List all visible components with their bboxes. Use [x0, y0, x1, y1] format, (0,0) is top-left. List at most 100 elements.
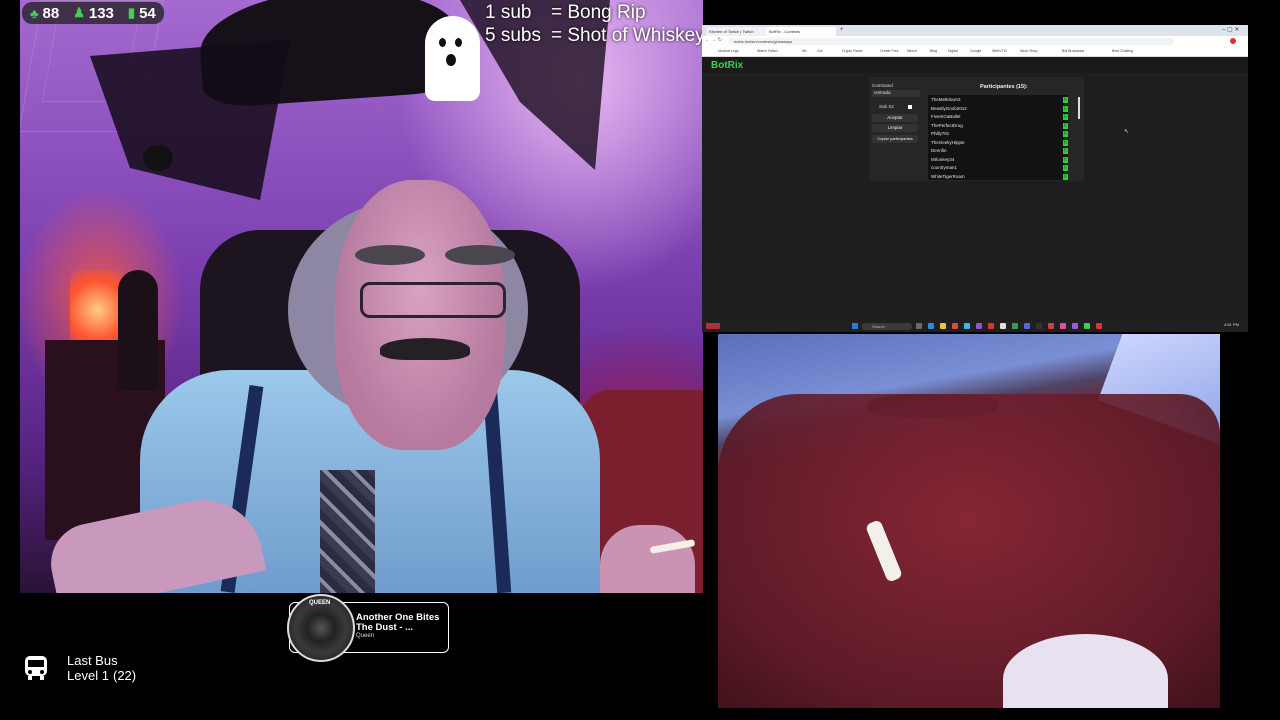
kick-icon[interactable]: K	[1063, 105, 1068, 112]
taskbar-app-icon[interactable]	[916, 323, 922, 329]
kick-icon[interactable]: K	[1063, 139, 1068, 146]
bookmark[interactable]: Google	[970, 49, 981, 53]
taskbar-app-icon[interactable]	[940, 323, 946, 329]
kick-icon[interactable]: K	[1063, 114, 1068, 120]
taskbar-app-icon[interactable]	[988, 323, 994, 329]
person-hand	[600, 525, 695, 593]
windows-start-icon[interactable]	[852, 323, 858, 329]
list-item: TheMeltdown3	[931, 97, 961, 102]
new-tab-icon[interactable]: +	[840, 27, 844, 33]
nav-arrows-icon[interactable]: ← → ↻	[705, 37, 722, 43]
album-art-text: QUEEN	[309, 600, 331, 606]
taskbar-search[interactable]: Search	[862, 323, 912, 330]
bus-icon	[22, 654, 50, 682]
bookmark[interactable]: WebVTIC	[992, 49, 1007, 53]
album-art: QUEEN	[287, 594, 355, 662]
stream-stats: ♣ 88 ♟ 133 ▮ 54	[22, 2, 164, 24]
glasses	[360, 282, 506, 318]
sub-rule-2-reward: = Shot of Whiskey	[551, 25, 705, 46]
bookmark[interactable]: Create Free	[880, 49, 899, 53]
participants-title: Participantes (15):	[980, 84, 1028, 90]
bookmark[interactable]: Digital	[948, 49, 958, 53]
profile-avatar[interactable]	[1230, 38, 1236, 44]
necktie	[320, 470, 375, 593]
taskbar-app-icon[interactable]	[1012, 323, 1018, 329]
command-label: Command	[872, 83, 893, 88]
tab-twitch[interactable]: Kitchen of Twitch | Twitch	[706, 27, 766, 36]
accept-button[interactable]: Aceptar	[872, 114, 918, 122]
taskbar-app-icon[interactable]	[1000, 323, 1006, 329]
bookmark[interactable]: Best Chatting	[1112, 49, 1133, 53]
followers-icon: ♣	[30, 5, 39, 21]
bus-title: Last Bus	[67, 653, 118, 668]
list-item: Mrlonkey34	[931, 156, 955, 162]
kick-icon[interactable]: K	[1063, 131, 1068, 137]
sub-multiplier-checkbox[interactable]	[908, 105, 912, 109]
list-item: WhiteTigerRoam	[931, 173, 965, 179]
bookmark[interactable]: Ifix	[802, 49, 806, 53]
kick-icon[interactable]: K	[1063, 148, 1068, 154]
window-controls[interactable]: – ▢ ✕	[1222, 26, 1239, 33]
kick-icon[interactable]: K	[1063, 173, 1068, 180]
doll-decoration	[118, 270, 158, 390]
taskbar-app-icon[interactable]	[1036, 323, 1042, 329]
mouse-cursor-icon: ↖	[1124, 129, 1130, 135]
browser-tabbar: Kitchen of Twitch | Twitch BotRix - Cont…	[702, 25, 1248, 36]
ghost-decoration	[425, 16, 480, 101]
song-artist: Queen	[356, 633, 375, 639]
taskbar-app-icon[interactable]	[1084, 323, 1090, 329]
bookmark[interactable]: Merch	[907, 49, 917, 53]
lamp	[70, 270, 125, 350]
stat-followers: ♣ 88	[30, 4, 60, 22]
sub-rule-1-count: 1 sub	[485, 2, 532, 23]
kick-icon[interactable]: K	[1063, 156, 1068, 163]
copy-participants-button[interactable]: Copiar participantes	[872, 135, 918, 143]
kick-icon[interactable]: K	[1063, 165, 1068, 171]
webcam-main	[20, 0, 703, 593]
taskbar-clock[interactable]: 4:51 PM	[1224, 322, 1239, 327]
bookmark[interactable]: Crypto Radio	[842, 49, 862, 53]
list-scrollbar[interactable]	[1078, 97, 1080, 119]
mustache	[380, 338, 470, 360]
list-item: ThePerfectDrug	[931, 122, 963, 128]
taskbar-app-icon[interactable]	[1072, 323, 1078, 329]
taskbar-app-icon[interactable]	[1060, 323, 1066, 329]
bookmark[interactable]: Bot Broadcast	[1062, 49, 1084, 53]
webcam-bed	[718, 334, 1220, 708]
bookmark[interactable]: Gui	[817, 49, 822, 53]
taskbar-app-icon[interactable]	[1048, 323, 1054, 329]
botrix-logo[interactable]: BotRix	[711, 60, 743, 71]
bits-icon: ▮	[127, 5, 136, 20]
botrix-header	[702, 57, 1248, 73]
bookmark[interactable]: Nuclear Logs	[718, 49, 739, 53]
eyebrow	[355, 245, 425, 265]
windows-taskbar	[702, 321, 1248, 332]
eyebrow	[445, 245, 515, 265]
taskbar-app-icon[interactable]	[1024, 323, 1030, 329]
weather-widget[interactable]	[706, 323, 720, 329]
taskbar-app-icon[interactable]	[952, 323, 958, 329]
taskbar-app-icon[interactable]	[1096, 323, 1102, 329]
sub-rule-2-count: 5 subs	[485, 25, 541, 46]
list-item: TheGeekyHippie	[931, 139, 965, 145]
sub-rule-1-reward: = Bong Rip	[551, 2, 646, 23]
tab-botrix[interactable]: BotRix - Contests	[766, 27, 836, 36]
address-bar[interactable]: botrix.live/en/contests/giveaways	[728, 38, 1174, 45]
list-item: BeastlyGoob2012	[931, 105, 967, 111]
stat-viewers: ♟ 133	[73, 4, 114, 22]
taskbar-app-icon[interactable]	[976, 323, 982, 329]
taskbar-app-icon[interactable]	[964, 323, 970, 329]
kick-icon[interactable]: K	[1063, 97, 1068, 103]
taskbar-app-icon[interactable]	[928, 323, 934, 329]
list-item: FiveInGaBallet	[931, 114, 961, 119]
bookmark[interactable]: Watch Twitch	[757, 49, 778, 53]
participants-list: TheMeltdown3 BeastlyGoob2012 FiveInGaBal…	[928, 95, 1068, 180]
command-input[interactable]: !entrada	[872, 90, 920, 97]
kick-icon[interactable]: K	[1063, 122, 1068, 129]
bookmark[interactable]: Neon Shop	[1020, 49, 1038, 53]
clear-button[interactable]: Limpiar	[872, 124, 918, 132]
screen-capture: Kitchen of Twitch | Twitch BotRix - Cont…	[702, 25, 1248, 332]
spider-decoration	[143, 145, 173, 171]
bookmark[interactable]: Bing	[930, 49, 937, 53]
stat-bits: ▮ 54	[127, 4, 156, 22]
